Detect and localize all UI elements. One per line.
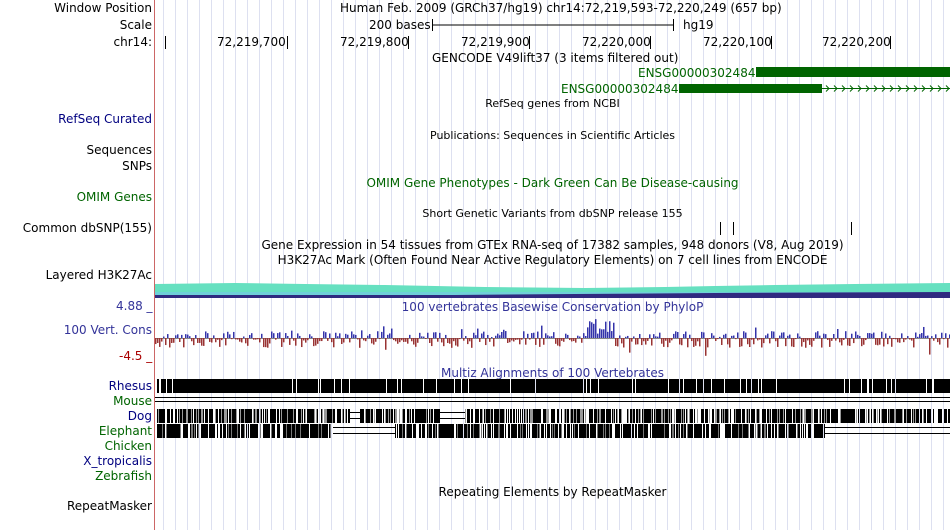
layered-h3k27ac-label[interactable]: Layered H3K27Ac [46, 268, 152, 282]
multiz-track-title: Multiz Alignments of 100 Vertebrates [440, 366, 665, 380]
ruler-tick-label: 72,219,700 [217, 35, 286, 49]
rhesus-alignment[interactable] [155, 379, 950, 393]
h3k27ac-signal[interactable] [155, 280, 950, 298]
base-position-ruler[interactable]: 72,219,700 72,219,800 72,219,900 72,220,… [155, 35, 950, 51]
species-label-dog[interactable]: Dog [128, 409, 152, 423]
scale-bar-text: 200 bases [369, 18, 431, 32]
repeatmasker-label[interactable]: RepeatMasker [67, 499, 152, 513]
snp-mark[interactable] [851, 222, 852, 235]
species-label-x-tropicalis[interactable]: X_tropicalis [83, 454, 152, 468]
scale-bar [432, 19, 674, 31]
species-label-rhesus[interactable]: Rhesus [109, 379, 152, 393]
species-label-mouse[interactable]: Mouse [113, 394, 152, 408]
cons-min-label: -4.5 _ [119, 349, 153, 363]
mouse-alignment[interactable] [155, 397, 950, 403]
ruler-tick-label: 72,219,900 [461, 35, 530, 49]
chrom-label: chr14: [113, 35, 152, 49]
gene-label[interactable]: ENSG00000302484 [638, 66, 755, 80]
species-label-zebrafish[interactable]: Zebrafish [95, 469, 152, 483]
ruler-tick-label: 72,220,200 [822, 35, 891, 49]
species-label-chicken[interactable]: Chicken [105, 439, 152, 453]
gene-label[interactable]: ENSG00000302484 [561, 82, 678, 96]
omim-track-title: OMIM Gene Phenotypes - Dark Green Can Be… [366, 176, 739, 190]
omim-genes-label[interactable]: OMIM Genes [77, 190, 152, 204]
ruler-tick-label: 72,220,000 [582, 35, 651, 49]
h3k27ac-track-title: H3K27Ac Mark (Often Found Near Active Re… [277, 253, 828, 267]
refseq-track-title: RefSeq genes from NCBI [485, 97, 620, 110]
publications-track-title: Publications: Sequences in Scientific Ar… [430, 129, 675, 142]
assembly-position-text: Human Feb. 2009 (GRCh37/hg19) chr14:72,2… [340, 1, 782, 15]
elephant-alignment[interactable] [155, 424, 950, 438]
snp-mark[interactable] [720, 222, 721, 235]
common-dbsnp-label[interactable]: Common dbSNP(155) [23, 221, 152, 235]
gene-exon[interactable] [679, 84, 822, 93]
cons-max-label: 4.88 _ [116, 299, 153, 313]
phylop-conservation-plot[interactable] [155, 316, 950, 358]
scale-bar-db: hg19 [683, 18, 714, 32]
snp-mark[interactable] [733, 222, 734, 235]
refseq-curated-label[interactable]: RefSeq Curated [58, 112, 152, 126]
dbsnp-track-title: Short Genetic Variants from dbSNP releas… [422, 207, 683, 220]
window-position-label: Window Position [54, 1, 152, 15]
cons-label[interactable]: 100 Vert. Cons [64, 323, 152, 337]
dog-alignment[interactable] [155, 409, 950, 423]
gtex-track-title: Gene Expression in 54 tissues from GTEx … [261, 238, 844, 252]
gencode-track-title: GENCODE V49lift37 (3 items filtered out) [432, 51, 679, 65]
ruler-tick-label: 72,219,800 [340, 35, 409, 49]
species-label-elephant[interactable]: Elephant [99, 424, 152, 438]
ruler-tick-label: 72,220,100 [703, 35, 772, 49]
scale-label: Scale [119, 18, 152, 32]
gene-exon[interactable] [756, 67, 950, 77]
snps-label[interactable]: SNPs [122, 159, 152, 173]
gene-intron[interactable] [822, 83, 950, 95]
cons-track-title: 100 vertebrates Basewise Conservation by… [401, 300, 704, 314]
repeatmasker-track-title: Repeating Elements by RepeatMasker [438, 485, 667, 499]
sequences-label[interactable]: Sequences [87, 143, 152, 157]
